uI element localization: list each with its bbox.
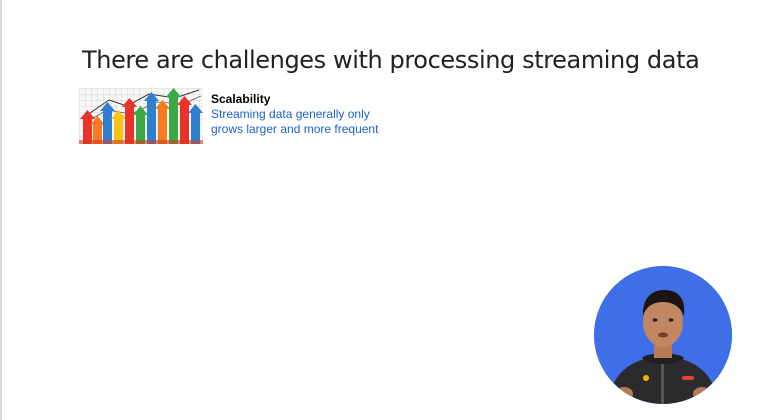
bullet-scalability: Scalability Streaming data generally onl…	[79, 88, 399, 150]
bullet-text: Scalability Streaming data generally onl…	[211, 92, 401, 137]
presenter-figure	[594, 266, 732, 404]
rising-bar-chart-arrows-image	[79, 88, 203, 144]
bar-chart-arrows-graphic	[79, 88, 203, 144]
bullet-body: Streaming data generally only grows larg…	[211, 107, 379, 136]
bullet-heading: Scalability	[211, 92, 271, 106]
slide-left-border	[0, 0, 2, 420]
presenter-video-circle	[594, 266, 732, 404]
slide-title: There are challenges with processing str…	[82, 46, 700, 74]
slide: There are challenges with processing str…	[0, 0, 759, 420]
